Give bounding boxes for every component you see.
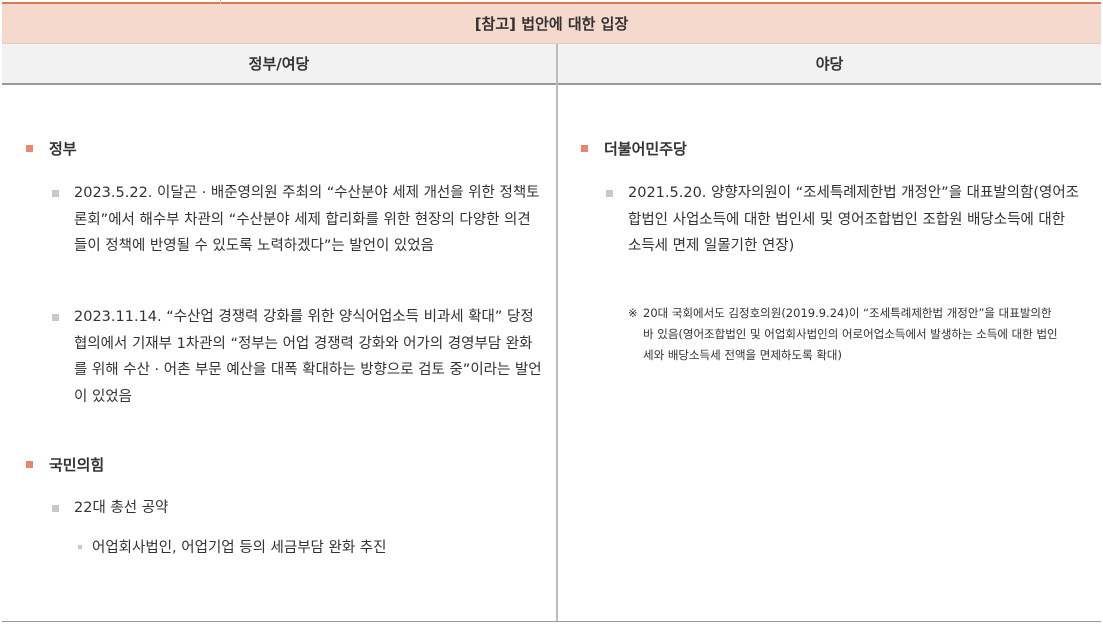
column-header-government: 정부/여당 — [2, 44, 556, 85]
list-item-text: 2023.11.14. “수산업 경쟁력 강화를 위한 양식어업소득 비과세 확… — [74, 309, 542, 405]
list-item: 2023.11.14. “수산업 경쟁력 강화를 위한 양식어업소득 비과세 확… — [52, 304, 544, 410]
sub-list-item: 어업회사법인, 어업기업 등의 세금부담 완화 추진 — [78, 536, 387, 557]
reference-note-text: 20대 국회에서도 김정호의원(2019.9.24)이 “조세특례제한법 개정안… — [643, 306, 1058, 362]
table-title: [참고] 법안에 대한 입장 — [2, 4, 1101, 44]
orange-square-bullet-icon — [26, 145, 33, 152]
section-heading-democratic: 더불어민주당 — [581, 138, 687, 159]
list-item-text: 2021.5.20. 양향자의원이 “조세특례제한법 개정안”을 대표발의함(영… — [628, 185, 1080, 254]
list-item: 2023.5.22. 이달곤 · 배준영의원 주최의 “수산분야 세제 개선을 … — [52, 180, 544, 260]
gray-square-bullet-icon — [606, 190, 613, 197]
list-item: 2021.5.20. 양향자의원이 “조세특례제한법 개정안”을 대표발의함(영… — [606, 180, 1080, 260]
gray-square-bullet-icon — [52, 190, 59, 197]
note-mark: ※ — [628, 306, 638, 320]
small-square-bullet-icon — [78, 545, 82, 549]
gray-square-bullet-icon — [52, 505, 59, 512]
gray-square-bullet-icon — [52, 314, 59, 321]
section-heading-ppp: 국민의힘 — [26, 454, 104, 475]
section-heading-government: 정부 — [26, 138, 77, 159]
section-heading-label: 국민의힘 — [49, 456, 105, 474]
orange-square-bullet-icon — [26, 461, 33, 468]
list-item: 22대 총선 공약 — [52, 495, 544, 522]
column-header-opposition: 야당 — [558, 44, 1101, 85]
list-item-text: 22대 총선 공약 — [74, 500, 169, 516]
list-item-text: 2023.5.22. 이달곤 · 배준영의원 주최의 “수산분야 세제 개선을 … — [74, 185, 540, 254]
section-heading-label: 정부 — [49, 140, 77, 158]
orange-square-bullet-icon — [581, 145, 588, 152]
reference-note: ※ 20대 국회에서도 김정호의원(2019.9.24)이 “조세특례제한법 개… — [628, 303, 1063, 366]
section-heading-label: 더불어민주당 — [604, 140, 687, 158]
column-divider — [556, 44, 558, 622]
sub-list-item-text: 어업회사법인, 어업기업 등의 세금부담 완화 추진 — [92, 540, 387, 556]
bottom-border — [2, 621, 1101, 622]
